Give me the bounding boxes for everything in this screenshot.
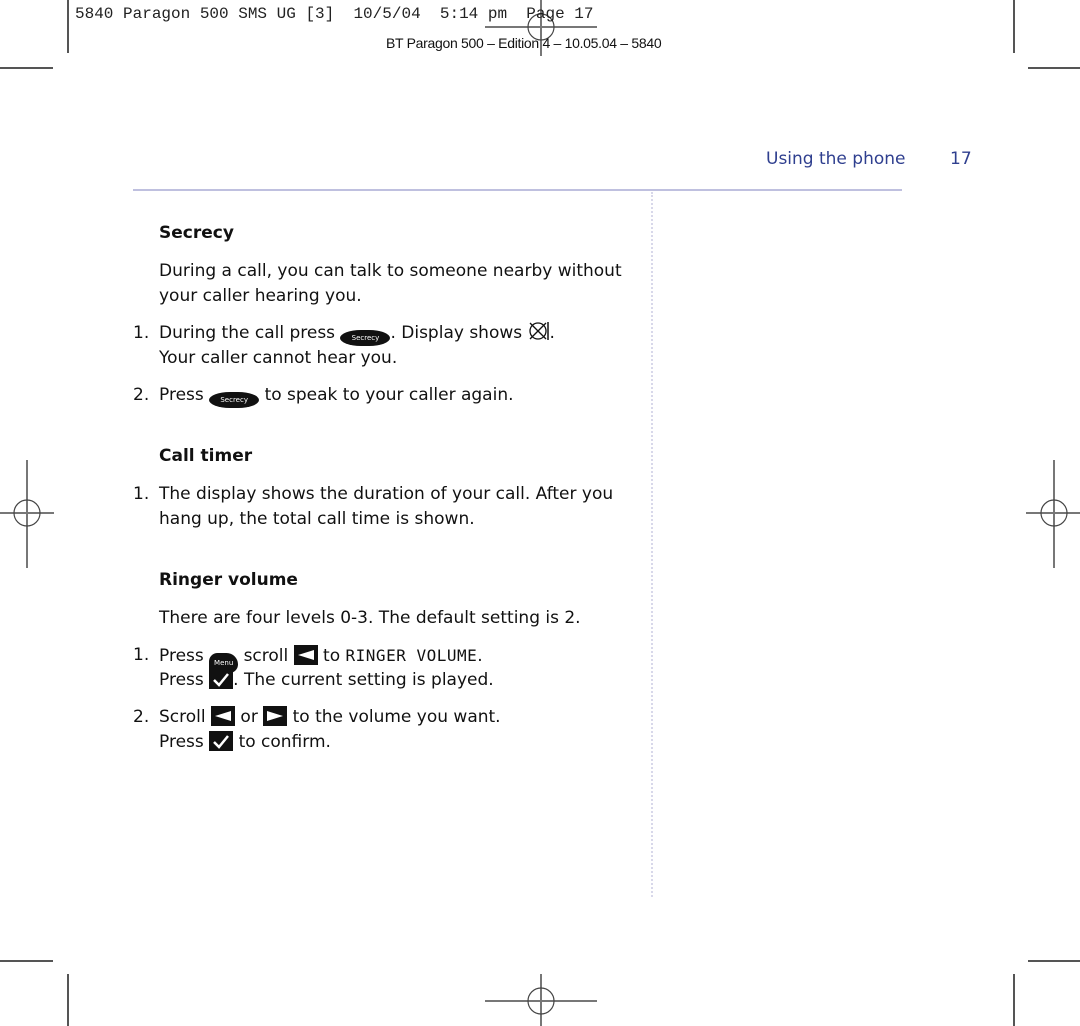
step-text: . [477,646,483,666]
display-text: RINGER VOLUME [345,646,478,665]
section-title-ringer-volume: Ringer volume [159,570,298,590]
ok-key-icon [209,669,234,689]
ringer-step1-line2: Press . The current setting is played. [159,668,494,693]
secrecy-step2: Press Secrecy to speak to your caller ag… [159,383,514,408]
secrecy-intro-line1: During a call, you can talk to someone n… [159,261,622,281]
column-divider [651,192,653,897]
registration-mark-bottom [485,974,597,1026]
step-text: Press [159,646,204,666]
header-rule [133,189,902,191]
step-number: 1. [133,323,150,343]
step-text: Scroll [159,707,206,727]
step-text: . Display shows [390,323,523,343]
running-head: Using the phone [766,149,906,169]
step-number: 2. [133,385,150,405]
step-text: or [240,707,258,727]
page-number: 17 [950,149,972,169]
slug-time: 5:14 pm [439,5,508,23]
secrecy-intro-line2: your caller hearing you. [159,286,362,306]
scroll-left-key-icon [293,645,318,665]
step-number: 1. [133,645,150,665]
secrecy-step1-line2: Your caller cannot hear you. [159,348,398,368]
crop-mark [0,960,53,962]
slug-page: Page 17 [526,5,594,23]
registration-mark-left [0,460,54,568]
step-text: During the call press [159,323,336,343]
step-text: scroll [243,646,289,666]
section-title-call-timer: Call timer [159,446,253,466]
step-text: Press [159,385,204,405]
crop-mark [1028,960,1080,962]
crop-mark [67,0,69,53]
registration-mark-right [1026,460,1080,568]
step-text: Press [159,732,204,752]
step-text: . The current setting is played. [233,670,494,690]
secrecy-step1-line1: During the call press Secrecy. Display s… [159,321,555,346]
crop-mark [67,974,69,1026]
section-title-secrecy: Secrecy [159,223,234,243]
ringer-volume-intro: There are four levels 0-3. The default s… [159,608,581,628]
step-text: to the volume you want. [292,707,501,727]
secrecy-display-icon [528,322,549,340]
ok-key-icon [209,731,234,751]
ringer-step2-line1: Scroll or to the volume you want. [159,705,501,730]
call-timer-step1-line2: hang up, the total call time is shown. [159,509,475,529]
crop-mark [1013,0,1015,53]
step-text: to speak to your caller again. [264,385,514,405]
secrecy-key-icon: Secrecy [209,392,260,408]
step-text: to confirm. [238,732,331,752]
call-timer-step1-line1: The display shows the duration of your c… [159,484,614,504]
step-text: to [323,646,341,666]
crop-mark [1028,67,1080,69]
print-slug: 5840 Paragon 500 SMS UG [3] 10/5/04 5:14… [75,5,594,23]
step-number: 2. [133,707,150,727]
slug-file: 5840 Paragon 500 SMS UG [3] [75,5,335,23]
secrecy-key-icon: Secrecy [340,330,391,346]
scroll-left-key-icon [211,706,236,726]
crop-mark [1013,974,1015,1026]
edition-line: BT Paragon 500 – Edition 4 – 10.05.04 – … [386,35,662,51]
slug-date: 10/5/04 [353,5,421,23]
step-text: . [549,323,555,343]
crop-mark [0,67,53,69]
step-text: Press [159,670,204,690]
scroll-right-key-icon [263,706,288,726]
ringer-step2-line2: Press to confirm. [159,730,331,755]
step-number: 1. [133,484,150,504]
